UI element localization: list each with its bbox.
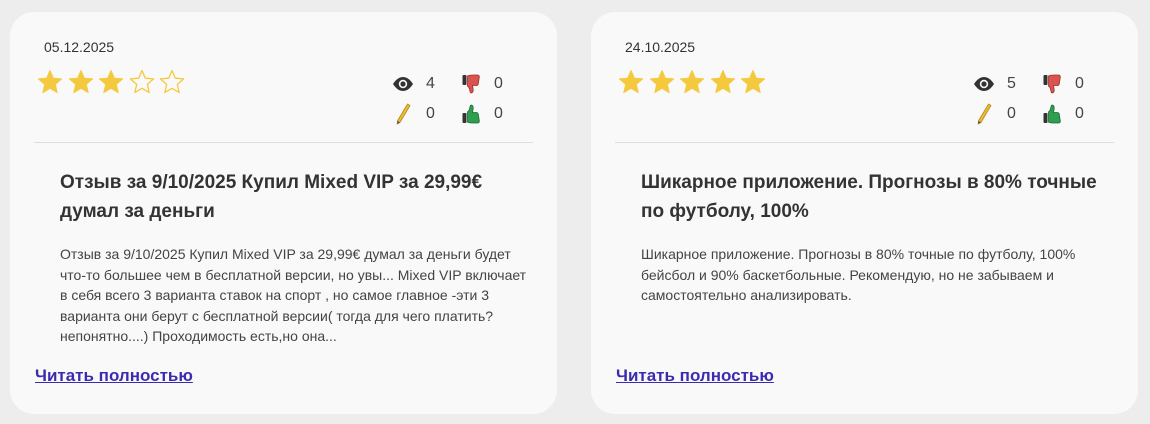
read-more-link[interactable]: Читать полностью [616,366,774,386]
star-filled-icon [68,69,94,95]
review-date: 05.12.2025 [44,39,115,55]
likes-count: 0 [494,105,503,122]
star-filled-icon [740,69,766,95]
thumbs-down-icon[interactable] [1041,73,1063,95]
likes-count: 0 [1075,105,1084,122]
edits-count: 0 [426,105,435,122]
rating-stars [37,69,190,95]
review-title: Шикарное приложение. Прогнозы в 80% точн… [641,172,1097,222]
review-card: 05.12.2025 4 0 0 0 Отзыв за 9/10/2025 Ку… [10,12,557,414]
star-filled-icon [679,69,705,95]
edits-stat: 0 [973,102,1023,126]
likes-stat[interactable]: 0 [460,102,510,126]
views-count: 5 [1007,75,1016,92]
dislikes-count: 0 [494,75,503,92]
eye-icon [392,73,414,95]
dislikes-stat[interactable]: 0 [460,72,510,96]
likes-stat[interactable]: 0 [1041,102,1091,126]
star-filled-icon [618,69,644,95]
star-filled-icon [37,69,63,95]
review-title: Отзыв за 9/10/2025 Купил Mixed VIP за 29… [60,172,483,222]
thumbs-up-icon[interactable] [1041,103,1063,125]
dislikes-count: 0 [1075,75,1084,92]
thumbs-down-icon[interactable] [460,73,482,95]
eye-icon [973,73,995,95]
views-count: 4 [426,75,435,92]
edits-stat: 0 [392,102,442,126]
review-text: Отзыв за 9/10/2025 Купил Mixed VIP за 29… [60,246,527,344]
star-empty-icon [159,69,185,95]
dislikes-stat[interactable]: 0 [1041,72,1091,96]
pencil-icon [392,103,414,125]
review-card: 24.10.2025 5 0 0 0 Шикарное приложение. … [591,12,1138,414]
views-stat: 4 [392,72,442,96]
thumbs-up-icon[interactable] [460,103,482,125]
review-text: Шикарное приложение. Прогнозы в 80% точн… [641,246,1076,303]
edits-count: 0 [1007,105,1016,122]
divider [615,142,1114,143]
rating-stars [618,69,771,95]
star-filled-icon [649,69,675,95]
reviews-list: 05.12.2025 4 0 0 0 Отзыв за 9/10/2025 Ку… [0,0,1150,424]
divider [34,142,533,143]
views-stat: 5 [973,72,1023,96]
read-more-link[interactable]: Читать полностью [35,366,193,386]
star-filled-icon [710,69,736,95]
pencil-icon [973,103,995,125]
star-filled-icon [98,69,124,95]
star-empty-icon [129,69,155,95]
review-date: 24.10.2025 [625,39,696,55]
